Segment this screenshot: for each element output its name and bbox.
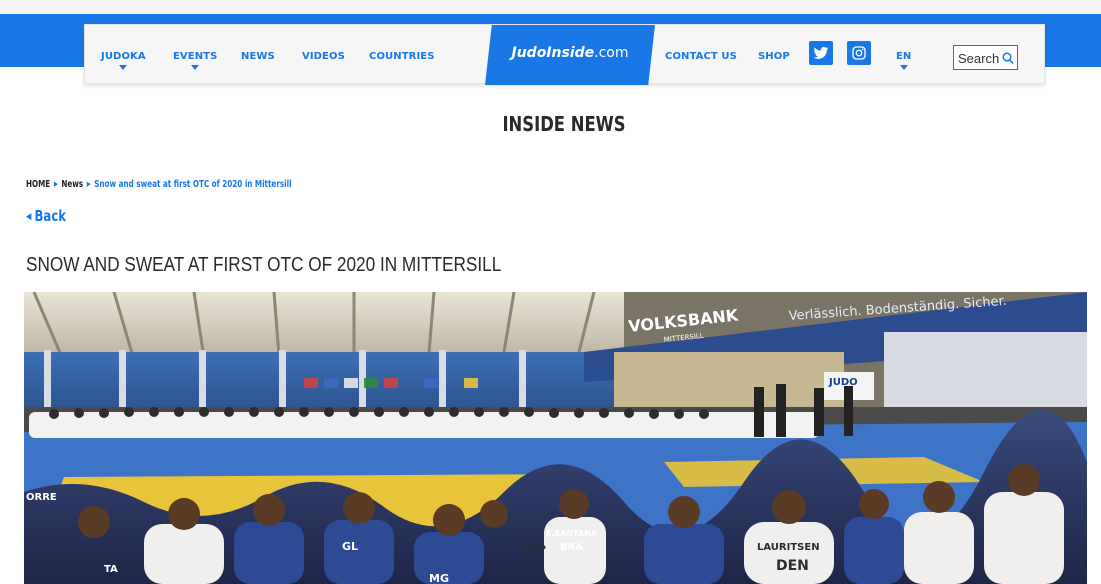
back-name-6: GL <box>342 540 358 553</box>
site-logo: JudoInside.com <box>485 45 655 61</box>
back-name-3: LAURITSEN <box>757 542 820 553</box>
search-placeholder: Search <box>958 51 1000 66</box>
search-input[interactable]: Search <box>953 45 1018 70</box>
back-label: Back <box>34 207 67 225</box>
judo-hall-photo: VOLKSBANK MITTERSILL Verlässlich. Bodens… <box>24 292 1087 584</box>
logo-domain: .com <box>594 45 629 61</box>
language-label: EN <box>896 51 912 62</box>
nav-judoka[interactable]: JUDOKA <box>101 51 146 70</box>
nav-countries[interactable]: COUNTRIES <box>369 51 435 62</box>
article-title: SNOW AND SWEAT AT FIRST OTC OF 2020 IN M… <box>26 254 502 276</box>
nav-judoka-label: JUDOKA <box>101 51 146 62</box>
back-name-4: DEN <box>776 558 809 574</box>
nav-events-label: EVENTS <box>173 51 218 62</box>
nav-videos-label: VIDEOS <box>302 51 345 62</box>
breadcrumb-home[interactable]: HOME <box>26 179 50 190</box>
nav-contact-us[interactable]: CONTACT US <box>665 51 737 62</box>
nav-shop-label: SHOP <box>758 51 790 62</box>
chevron-left-icon: ◀ <box>26 212 32 222</box>
nav-news-label: NEWS <box>241 51 275 62</box>
nav-contact-label: CONTACT US <box>665 51 737 62</box>
chevron-down-icon <box>119 65 128 70</box>
back-name-2: BRA <box>560 542 583 553</box>
instagram-button[interactable] <box>847 41 871 65</box>
back-name-5: CYP <box>524 544 546 555</box>
main-navbar: JUDOKA EVENTS NEWS VIDEOS COUNTRIES Judo… <box>84 24 1045 85</box>
breadcrumb-current[interactable]: Snow and sweat at first OTC of 2020 in M… <box>94 179 291 190</box>
sign-text: JUDO <box>828 377 858 388</box>
nav-events[interactable]: EVENTS <box>173 51 218 70</box>
twitter-icon <box>813 47 829 59</box>
nav-countries-label: COUNTRIES <box>369 51 435 62</box>
chevron-right-icon: ▶ <box>86 180 91 188</box>
instagram-icon <box>852 46 866 60</box>
search-icon[interactable] <box>1002 52 1014 65</box>
breadcrumb-news[interactable]: News <box>61 179 83 190</box>
nav-news[interactable]: NEWS <box>241 51 275 62</box>
nav-videos[interactable]: VIDEOS <box>302 51 345 62</box>
logo-brand: JudoInside <box>511 45 595 61</box>
breadcrumb: HOME ▶ News ▶ Snow and sweat at first OTC of… <box>26 179 292 190</box>
logo-link[interactable]: JudoInside.com <box>485 25 655 85</box>
back-link[interactable]: ◀ Back <box>26 207 66 225</box>
chevron-down-icon <box>191 65 200 70</box>
chevron-right-icon: ▶ <box>53 180 58 188</box>
article-photo: VOLKSBANK MITTERSILL Verlässlich. Bodens… <box>24 292 1087 584</box>
back-name-1: E.SANTANA <box>546 529 598 538</box>
page-title: INSIDE NEWS <box>502 112 626 136</box>
back-name-8: TA <box>104 564 118 575</box>
back-name-9: ORRE <box>26 492 57 503</box>
top-strip <box>0 0 1101 14</box>
nav-shop[interactable]: SHOP <box>758 51 790 62</box>
twitter-button[interactable] <box>809 41 833 65</box>
chevron-down-icon <box>899 65 908 70</box>
language-selector[interactable]: EN <box>896 51 912 70</box>
back-name-7: MG <box>429 572 449 584</box>
